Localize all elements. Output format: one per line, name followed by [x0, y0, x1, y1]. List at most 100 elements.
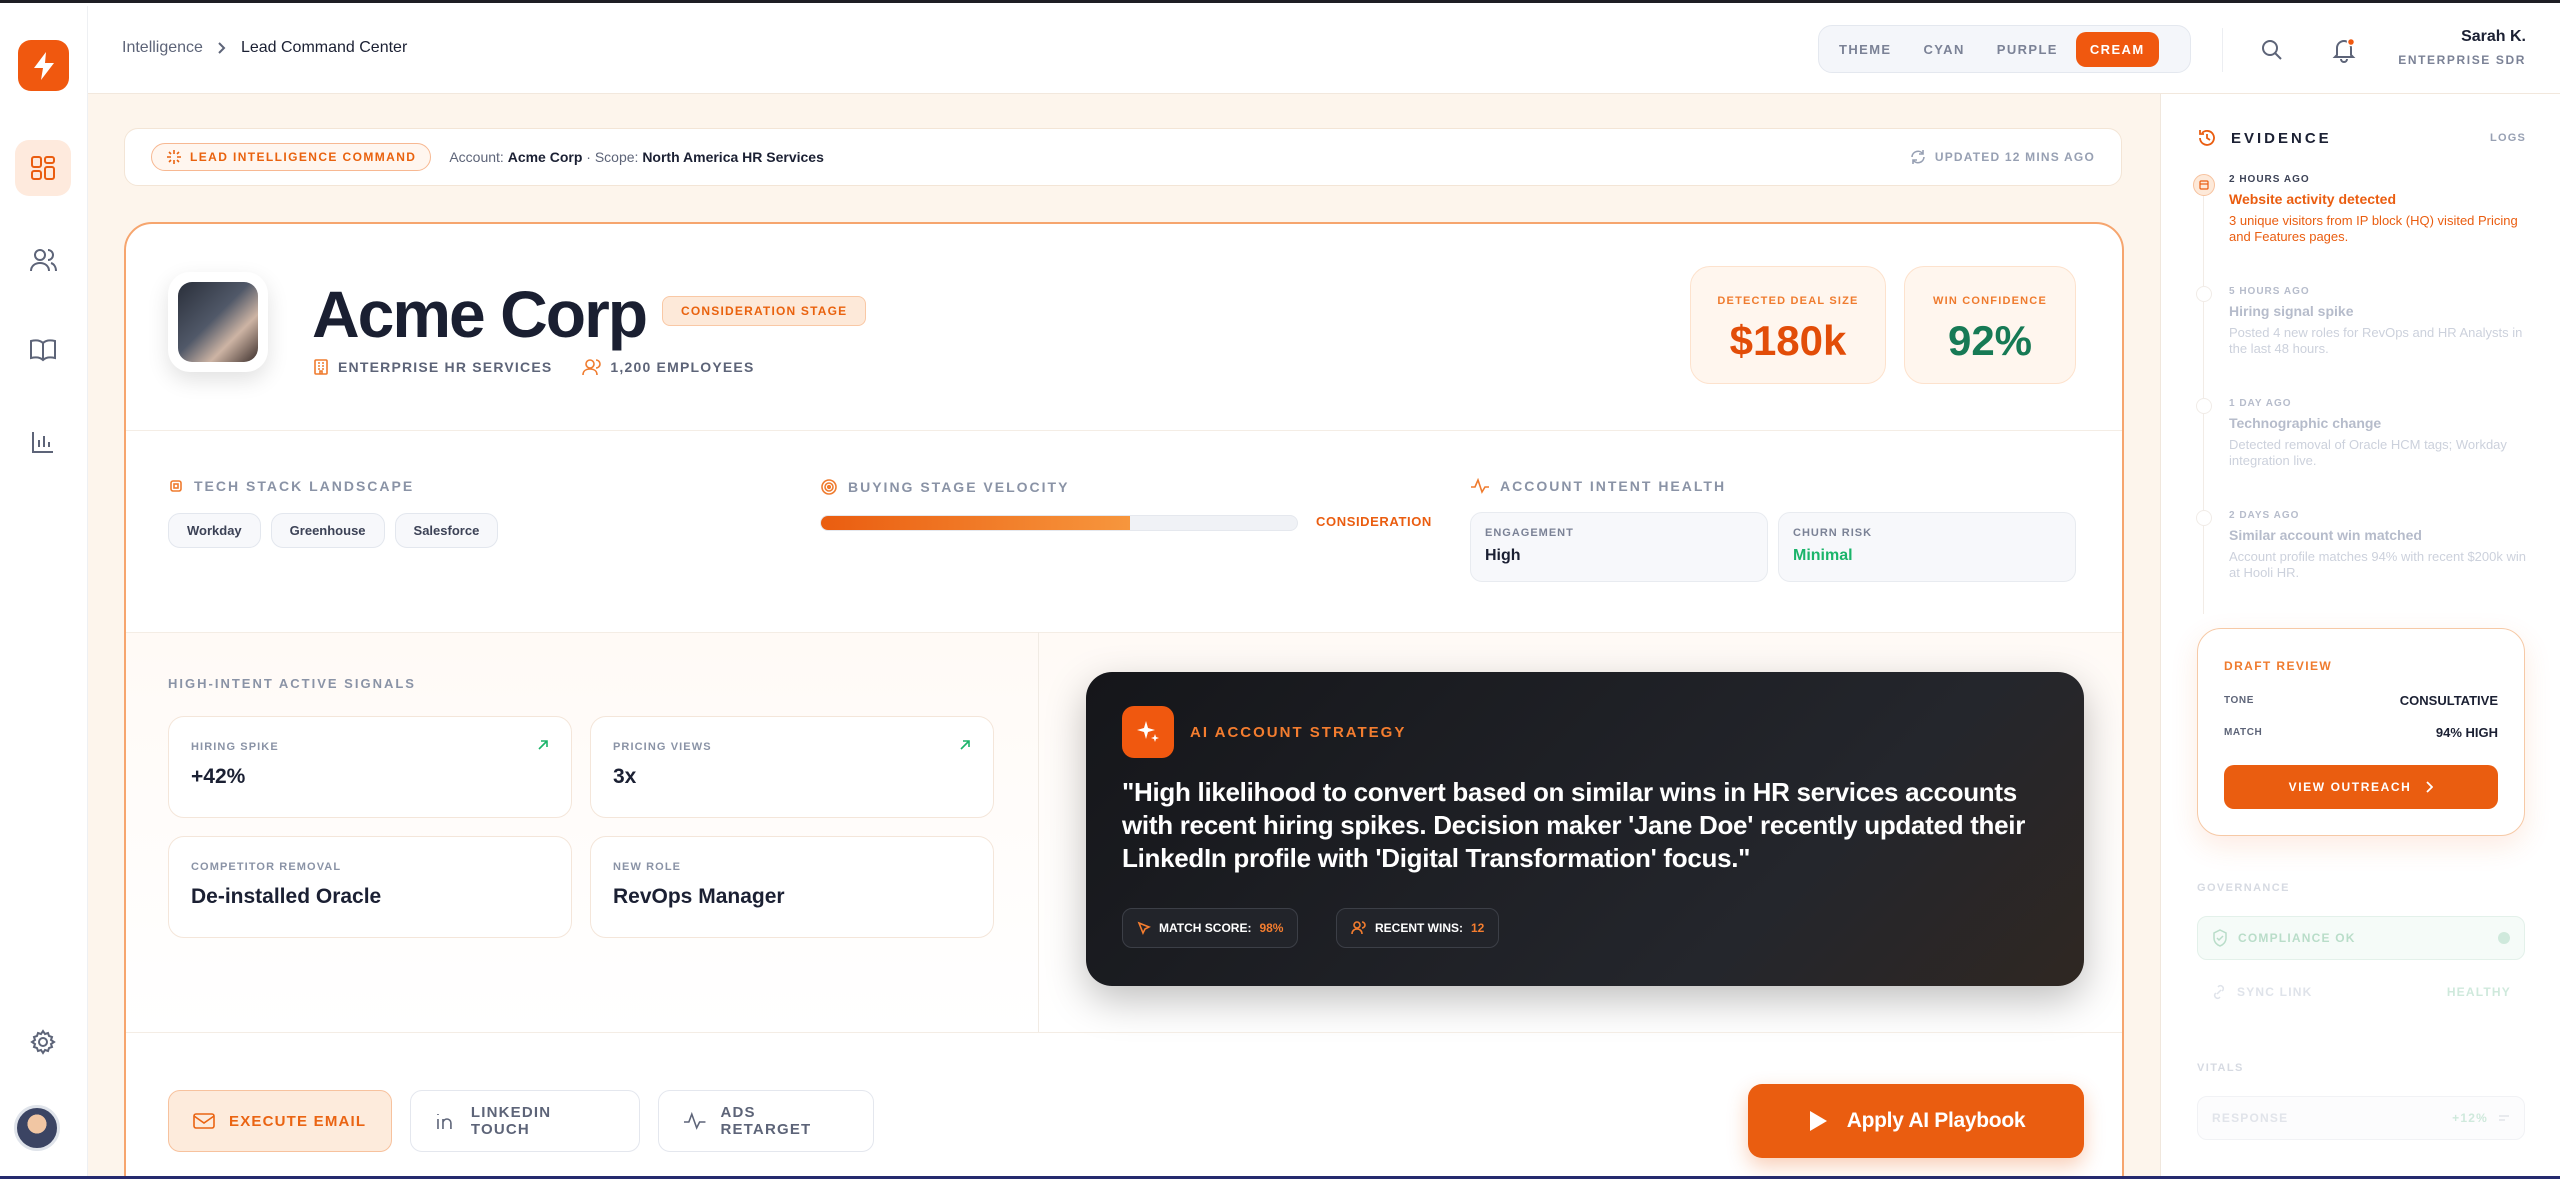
match-row: MATCH 94% HIGH — [2224, 725, 2498, 740]
signal-label: NEW ROLE — [613, 861, 682, 873]
evidence-desc: Detected removal of Oracle HCM tags; Wor… — [2229, 437, 2507, 468]
tone-value: CONSULTATIVE — [2399, 693, 2498, 708]
last-updated[interactable]: UPDATED 12 MINS AGO — [1909, 148, 2095, 166]
link-icon — [2213, 984, 2225, 1000]
velocity-title-label: BUYING STAGE VELOCITY — [848, 479, 1070, 495]
command-badge: LEAD INTELLIGENCE COMMAND — [151, 143, 432, 171]
sparkle-icon — [1122, 706, 1174, 758]
tone-row: TONE CONSULTATIVE — [2224, 693, 2498, 708]
shield-check-icon — [2213, 929, 2227, 947]
intent-title: ACCOUNT INTENT HEALTH — [1470, 478, 1726, 494]
evidence-time: 1 DAY AGO — [2229, 398, 2292, 409]
breadcrumb-intelligence[interactable]: Intelligence — [122, 39, 203, 57]
engagement-label: ENGAGEMENT — [1485, 527, 1574, 539]
company-name: Acme Corp — [312, 277, 648, 351]
match-score-pill: MATCH SCORE: 98% — [1122, 908, 1299, 948]
tech-chip[interactable]: Greenhouse — [270, 513, 385, 548]
tech-chip[interactable]: Salesforce — [394, 513, 499, 548]
users-icon — [1351, 921, 1366, 935]
signal-card-new-role[interactable]: NEW ROLE RevOps Manager — [590, 836, 994, 938]
header-divider — [2222, 28, 2223, 72]
tech-chip[interactable]: Workday — [168, 513, 261, 548]
win-confidence-value: 92% — [1947, 317, 2033, 364]
breadcrumb-current: Lead Command Center — [240, 39, 408, 56]
evidence-item[interactable]: 2 HOURS AGO Website activity detected 3 … — [2229, 174, 2529, 245]
evidence-item[interactable]: 5 HOURS AGO Hiring signal spike Posted 4… — [2229, 286, 2529, 357]
tech-stack-chips: Workday Greenhouse Salesforce — [168, 513, 499, 548]
chevron-right-icon — [218, 42, 226, 54]
recent-wins-label: RECENT WINS: — [1375, 921, 1463, 935]
employees: 1,200 EMPLOYEES — [582, 358, 754, 376]
execute-email-button[interactable]: EXECUTE EMAIL — [168, 1090, 392, 1152]
response-label: RESPONSE — [2212, 1111, 2289, 1125]
signal-label: COMPETITOR REMOVAL — [191, 861, 342, 873]
win-confidence-label: WIN CONFIDENCE — [1933, 295, 2047, 307]
vitals-title: VITALS — [2197, 1062, 2244, 1074]
signal-card-pricing[interactable]: PRICING VIEWS 3x — [590, 716, 994, 818]
company-meta: ENTERPRISE HR SERVICES 1,200 EMPLOYEES — [312, 358, 754, 376]
trend-icon — [2499, 1115, 2509, 1121]
search-icon[interactable] — [2254, 32, 2290, 68]
lightning-logo-icon[interactable] — [18, 40, 69, 91]
win-confidence-kpi: WIN CONFIDENCE 92% — [1904, 266, 2076, 384]
scope-value: North America HR Services — [642, 149, 824, 165]
settings-icon[interactable] — [15, 1014, 71, 1070]
theme-purple-button[interactable]: PURPLE — [1983, 32, 2072, 67]
intent-title-label: ACCOUNT INTENT HEALTH — [1500, 478, 1727, 494]
stage-progress-fill — [821, 516, 1131, 530]
user-avatar[interactable] — [14, 1105, 60, 1151]
linkedin-touch-button[interactable]: LINKEDIN TOUCH — [410, 1090, 640, 1152]
evidence-title: EVIDENCE — [2231, 129, 2332, 147]
bar-chart-icon[interactable] — [15, 414, 71, 470]
users-icon[interactable] — [15, 232, 71, 288]
user-name: Sarah K. — [2461, 28, 2526, 45]
mail-icon — [193, 1113, 215, 1129]
governance-title: GOVERNANCE — [2197, 882, 2290, 894]
lead-card: Acme Corp CONSIDERATION STAGE ENTERPRISE… — [124, 222, 2124, 1176]
apply-playbook-button[interactable]: Apply AI Playbook — [1748, 1084, 2084, 1158]
employees-label: 1,200 EMPLOYEES — [610, 359, 755, 375]
signal-value: De-installed Oracle — [191, 885, 382, 908]
evidence-item[interactable]: 1 DAY AGO Technographic change Detected … — [2229, 398, 2529, 469]
building-icon — [314, 359, 328, 375]
stage-badge: CONSIDERATION STAGE — [662, 296, 867, 326]
apply-playbook-label: Apply AI Playbook — [1846, 1109, 2026, 1132]
view-outreach-button[interactable]: VIEW OUTREACH — [2224, 765, 2498, 809]
deal-size-label: DETECTED DEAL SIZE — [1717, 295, 1859, 307]
churn-risk-metric: CHURN RISK Minimal — [1778, 512, 2076, 582]
book-icon[interactable] — [15, 322, 71, 378]
account-scope: Account: Acme Corp · Scope: North Americ… — [449, 149, 824, 165]
draft-review-title: DRAFT REVIEW — [2224, 659, 2333, 673]
top-header: Intelligence Lead Command Center THEME C… — [88, 6, 2560, 94]
logs-link[interactable]: LOGS — [2490, 132, 2526, 144]
section-divider — [126, 430, 2122, 431]
evidence-panel: EVIDENCE LOGS 2 HOURS AGO Website activi… — [2160, 94, 2560, 1176]
sync-row[interactable]: SYNC LINK HEALTHY — [2197, 970, 2525, 1014]
evidence-item[interactable]: 2 DAYS AGO Similar account win matched A… — [2229, 510, 2529, 581]
command-badge-label: LEAD INTELLIGENCE COMMAND — [190, 150, 417, 164]
stage-progress-label: CONSIDERATION — [1316, 514, 1432, 529]
theme-cyan-button[interactable]: CYAN — [1910, 32, 1979, 67]
signal-card-hiring[interactable]: HIRING SPIKE +42% — [168, 716, 572, 818]
evidence-title-text: Technographic change — [2229, 415, 2382, 431]
response-row: RESPONSE +12% — [2197, 1096, 2525, 1140]
activity-icon — [683, 1112, 706, 1130]
refresh-icon — [1911, 150, 1925, 164]
globe-icon — [2199, 180, 2209, 190]
dashboard-icon[interactable] — [15, 140, 71, 196]
evidence-desc: 3 unique visitors from IP block (HQ) vis… — [2229, 213, 2518, 244]
bell-icon[interactable] — [2326, 32, 2362, 68]
theme-label: THEME — [1839, 41, 1892, 57]
compliance-row[interactable]: COMPLIANCE OK — [2197, 916, 2525, 960]
evidence-title-text: Hiring signal spike — [2229, 303, 2354, 319]
evidence-header: EVIDENCE — [2197, 128, 2332, 148]
linkedin-icon — [437, 1114, 452, 1129]
match-label: MATCH — [2224, 727, 2263, 738]
signal-card-competitor[interactable]: COMPETITOR REMOVAL De-installed Oracle — [168, 836, 572, 938]
history-icon — [2199, 130, 2215, 146]
theme-cream-button[interactable]: CREAM — [2075, 31, 2159, 67]
signal-value: RevOps Manager — [613, 885, 785, 908]
main-content: LEAD INTELLIGENCE COMMAND Account: Acme … — [88, 94, 2160, 1176]
ads-retarget-button[interactable]: ADS RETARGET — [658, 1090, 874, 1152]
signal-label: HIRING SPIKE — [191, 741, 279, 753]
